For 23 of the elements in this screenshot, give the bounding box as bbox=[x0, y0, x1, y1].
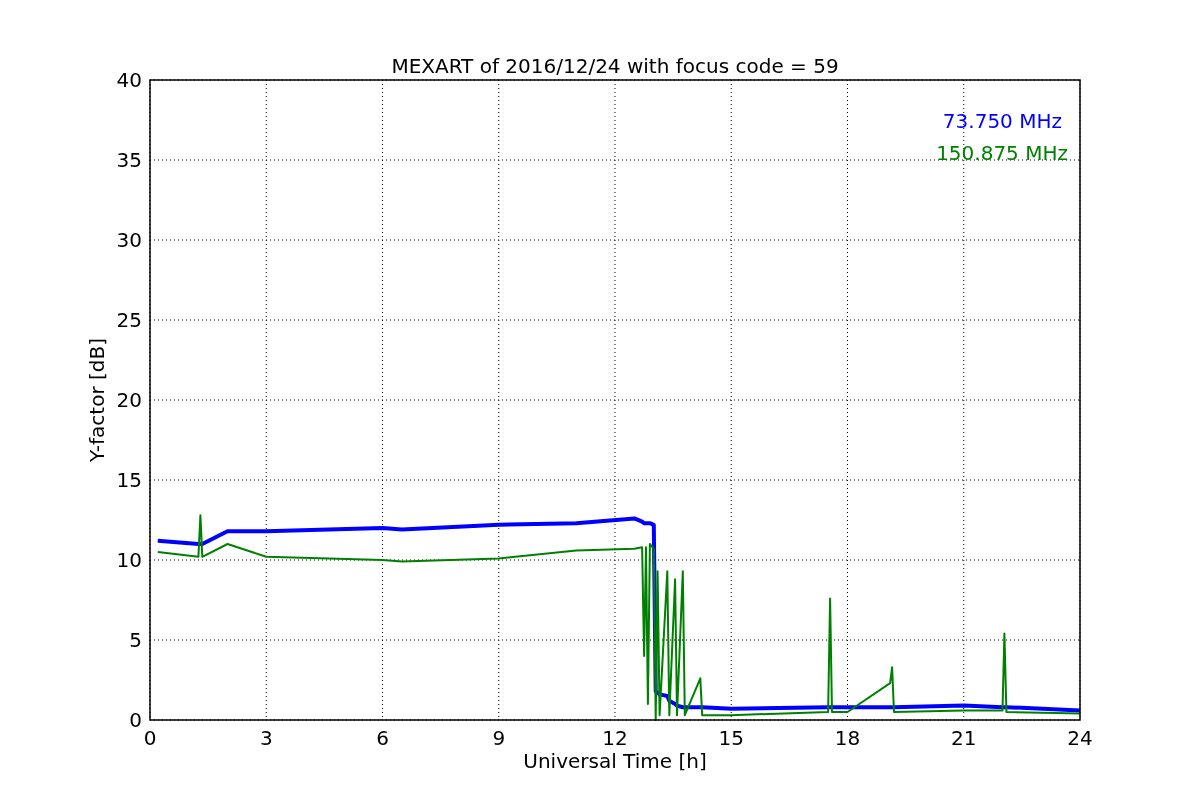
y-tick-label: 0 bbox=[129, 708, 142, 732]
legend-label: 150.875 MHz bbox=[936, 141, 1068, 165]
y-tick-label: 15 bbox=[116, 468, 142, 492]
x-tick-label: 12 bbox=[602, 726, 628, 750]
x-tick-label: 6 bbox=[376, 726, 389, 750]
x-tick-label: 15 bbox=[718, 726, 744, 750]
x-tick-label: 0 bbox=[143, 726, 157, 750]
y-tick-label: 10 bbox=[116, 548, 142, 572]
y-axis-label: Y-factor [dB] bbox=[85, 338, 109, 462]
x-axis-label: Universal Time [h] bbox=[523, 749, 707, 773]
y-tick-label: 25 bbox=[116, 308, 142, 332]
y-tick-label: 40 bbox=[116, 68, 142, 92]
y-tick-label: 20 bbox=[116, 388, 142, 412]
x-tick-label: 9 bbox=[492, 726, 506, 750]
x-tick-label: 18 bbox=[834, 726, 861, 750]
legend-label: 73.750 MHz bbox=[942, 109, 1062, 133]
y-tick-label: 30 bbox=[116, 228, 142, 252]
y-tick-label: 5 bbox=[129, 628, 142, 652]
x-tick-label: 24 bbox=[1067, 726, 1093, 750]
x-tick-label: 21 bbox=[951, 726, 977, 750]
y-tick-label: 35 bbox=[116, 148, 142, 172]
chart-title: MEXART of 2016/12/24 with focus code = 59 bbox=[391, 54, 839, 78]
x-tick-label: 3 bbox=[259, 726, 273, 750]
